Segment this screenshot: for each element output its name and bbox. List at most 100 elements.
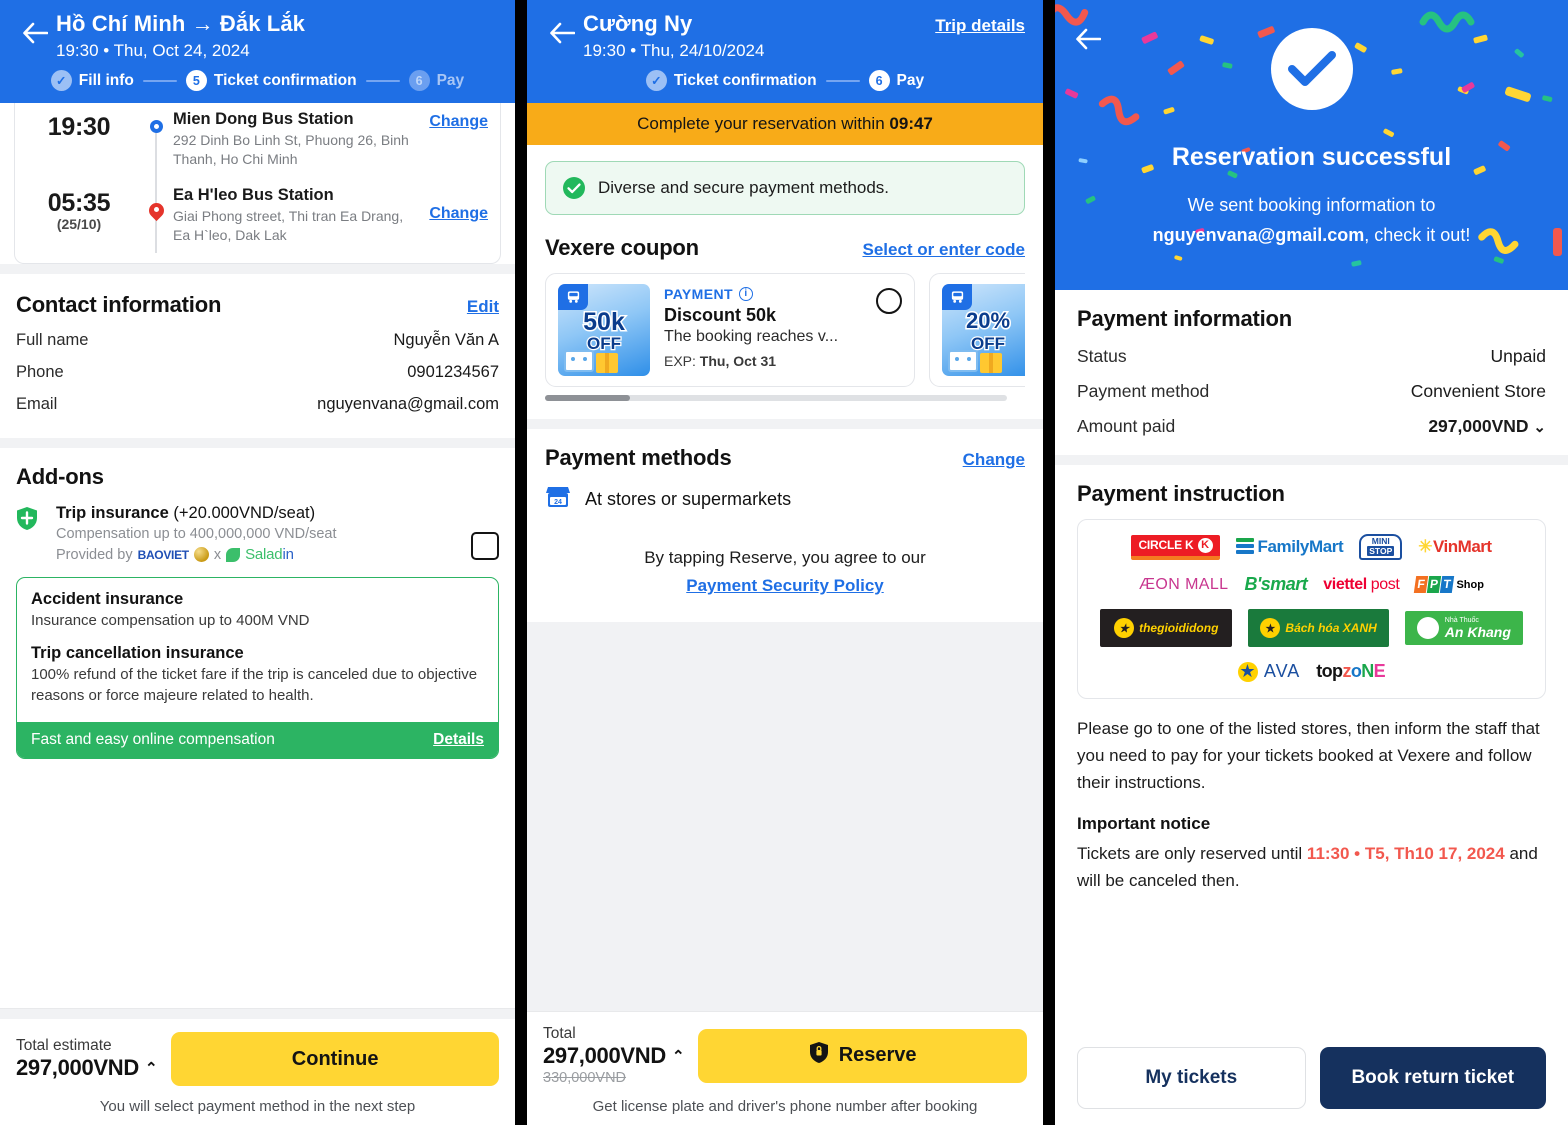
payment-instruction-title: Payment instruction xyxy=(1077,481,1285,506)
panel2-footer: Total 297,000VND ⌃ 330,000VND Reserve Get… xyxy=(527,1011,1043,1125)
success-title: Reservation successful xyxy=(1171,143,1452,171)
insurance-details-link[interactable]: Details xyxy=(433,731,484,749)
panel1-body: 19:30 Mien Dong Bus Station 292 Dinh Bo … xyxy=(0,103,515,1125)
insurance-card-footer: Fast and easy online compensation Detail… xyxy=(17,722,498,758)
change-payment-method-button[interactable]: Change xyxy=(963,450,1025,470)
progress-stepper: ✓ Fill info 5 Ticket confirmation 6 Pay xyxy=(0,64,515,103)
operator-name: Cường Ny xyxy=(583,11,693,36)
step-pay[interactable]: 6 Pay xyxy=(868,70,924,91)
coupon-card[interactable]: 20% OFF xyxy=(929,273,1025,387)
shield-check-icon xyxy=(562,176,586,200)
tgdd-mark-icon: ★ xyxy=(1114,618,1135,638)
step-ticket-confirmation[interactable]: ✓ Ticket confirmation xyxy=(645,70,817,91)
svg-text:24: 24 xyxy=(554,499,562,506)
change-departure-button[interactable]: Change xyxy=(421,107,488,131)
countdown-timer: 09:47 xyxy=(889,114,933,133)
step-connector xyxy=(365,79,400,82)
section-divider xyxy=(0,438,515,448)
payment-row-amount[interactable]: Amount paid 297,000VND ⌄ xyxy=(1077,416,1546,437)
total-block[interactable]: Total 297,000VND ⌃ 330,000VND xyxy=(543,1025,685,1086)
itinerary-leg-departure: 19:30 Mien Dong Bus Station 292 Dinh Bo … xyxy=(15,107,488,253)
confirmation-email: nguyenvana@gmail.com xyxy=(1152,225,1365,245)
trip-datetime: 19:30 • Thu, 24/10/2024 xyxy=(583,41,765,60)
selected-payment-method[interactable]: 24 At stores or supermarkets xyxy=(527,471,1043,514)
success-hero: Reservation successful We sent booking i… xyxy=(1055,0,1568,290)
familymart-bars-icon xyxy=(1235,538,1254,556)
coupon-title: Vexere coupon xyxy=(545,235,699,260)
coupon-badge-icon: 20% OFF xyxy=(942,284,1025,376)
book-return-ticket-button[interactable]: Book return ticket xyxy=(1319,1047,1546,1109)
ministop-logo: MINI STOP xyxy=(1359,534,1403,560)
field-value: nguyenvana@gmail.com xyxy=(317,395,499,413)
field-label: Full name xyxy=(16,331,89,349)
payment-information-title: Payment information xyxy=(1077,306,1293,331)
step-label: Fill info xyxy=(78,71,134,89)
shield-icon xyxy=(16,506,40,536)
footer-note: Get license plate and driver's phone num… xyxy=(592,1098,978,1115)
panel-divider xyxy=(1043,0,1055,1125)
contact-row-email: Email nguyenvana@gmail.com xyxy=(16,395,499,414)
back-icon[interactable] xyxy=(1067,14,1109,64)
payment-security-policy-link[interactable]: Payment Security Policy xyxy=(686,576,883,595)
route-rail xyxy=(143,107,169,253)
total-estimate-block[interactable]: Total estimate 297,000VND ⌃ xyxy=(16,1037,158,1081)
continue-button[interactable]: Continue xyxy=(171,1032,499,1086)
chevron-up-icon[interactable]: ⌃ xyxy=(672,1047,685,1065)
topzone-logo: topzoNE xyxy=(1316,661,1386,681)
secure-notice-text: Diverse and secure payment methods. xyxy=(598,178,890,197)
arrival-station: Ea H'leo Bus Station xyxy=(173,186,334,204)
payment-instruction-section: Payment instruction xyxy=(1055,465,1568,507)
addon-checkbox[interactable] xyxy=(471,532,499,560)
addons-section: Add-ons xyxy=(0,448,515,490)
trip-itinerary-card: 19:30 Mien Dong Bus Station 292 Dinh Bo … xyxy=(14,103,501,264)
step-fill-info[interactable]: ✓ Fill info xyxy=(50,70,134,91)
coupon-scrollbar[interactable] xyxy=(545,395,1007,401)
step-badge: 6 xyxy=(868,70,890,91)
agreement-text: By tapping Reserve, you agree to our Pay… xyxy=(527,514,1043,600)
payment-method-name: At stores or supermarkets xyxy=(585,489,792,509)
chevron-down-icon[interactable]: ⌄ xyxy=(1533,419,1546,436)
gift-icon xyxy=(596,353,618,373)
contact-title: Contact information xyxy=(16,292,222,317)
back-icon[interactable] xyxy=(541,8,583,58)
field-label: Status xyxy=(1077,346,1127,366)
field-value: 0901234567 xyxy=(407,363,499,381)
important-notice-title: Important notice xyxy=(1077,814,1211,833)
step-connector xyxy=(825,79,860,82)
step-connector xyxy=(142,79,177,82)
addon-trip-insurance[interactable]: Trip insurance (+20.000VND/seat) Compens… xyxy=(0,490,515,563)
saladin-leaf-icon xyxy=(226,547,241,562)
total-amount: 297,000VND ⌃ xyxy=(543,1043,685,1068)
edit-contact-button[interactable]: Edit xyxy=(467,297,499,317)
field-label: Amount paid xyxy=(1077,416,1176,436)
field-value: Nguyễn Văn A xyxy=(393,331,500,349)
select-coupon-link[interactable]: Select or enter code xyxy=(862,240,1025,260)
payment-information-section: Payment information Status Unpaid Paymen… xyxy=(1055,290,1568,455)
contact-row-phone: Phone 0901234567 xyxy=(16,363,499,382)
trip-details-link[interactable]: Trip details xyxy=(935,8,1027,36)
back-icon[interactable] xyxy=(14,8,56,58)
coupon-radio[interactable] xyxy=(876,288,902,314)
total-label: Total estimate xyxy=(16,1037,112,1054)
store-logo-grid: CIRCLE KK FamilyMart MINI STOP ✳ VinMart Æ… xyxy=(1077,519,1546,699)
coupon-carousel[interactable]: 50k OFF PAYMENT i Discount 50k The booki… xyxy=(545,273,1025,387)
reserve-button[interactable]: Reserve xyxy=(698,1028,1027,1083)
trip-datetime: 19:30 • Thu, Oct 24, 2024 xyxy=(56,41,250,60)
origin-dot-icon xyxy=(149,120,163,133)
ankhang-logo: Nhà Thuốc An Khang xyxy=(1404,611,1523,645)
bhx-mark-icon: ★ xyxy=(1260,618,1281,638)
ava-mark-icon: ★ xyxy=(1237,661,1258,682)
coupon-card[interactable]: 50k OFF PAYMENT i Discount 50k The booki… xyxy=(545,273,915,387)
change-arrival-button[interactable]: Change xyxy=(421,183,488,223)
step-pay[interactable]: 6 Pay xyxy=(408,70,464,91)
panel-payment: Cường Ny 19:30 • Thu, 24/10/2024 Trip de… xyxy=(527,0,1043,1125)
addons-title: Add-ons xyxy=(16,464,104,489)
check-circle-icon xyxy=(1270,28,1353,110)
step-ticket-confirmation[interactable]: 5 Ticket confirmation xyxy=(185,70,357,91)
chevron-up-icon[interactable]: ⌃ xyxy=(145,1059,158,1077)
info-icon[interactable]: i xyxy=(738,287,753,301)
payment-row-method: Payment method Convenient Store xyxy=(1077,381,1546,402)
field-value: 297,000VND ⌄ xyxy=(1428,416,1546,436)
baoviet-logo: BAOVIET xyxy=(137,547,190,562)
my-tickets-button[interactable]: My tickets xyxy=(1077,1047,1306,1109)
